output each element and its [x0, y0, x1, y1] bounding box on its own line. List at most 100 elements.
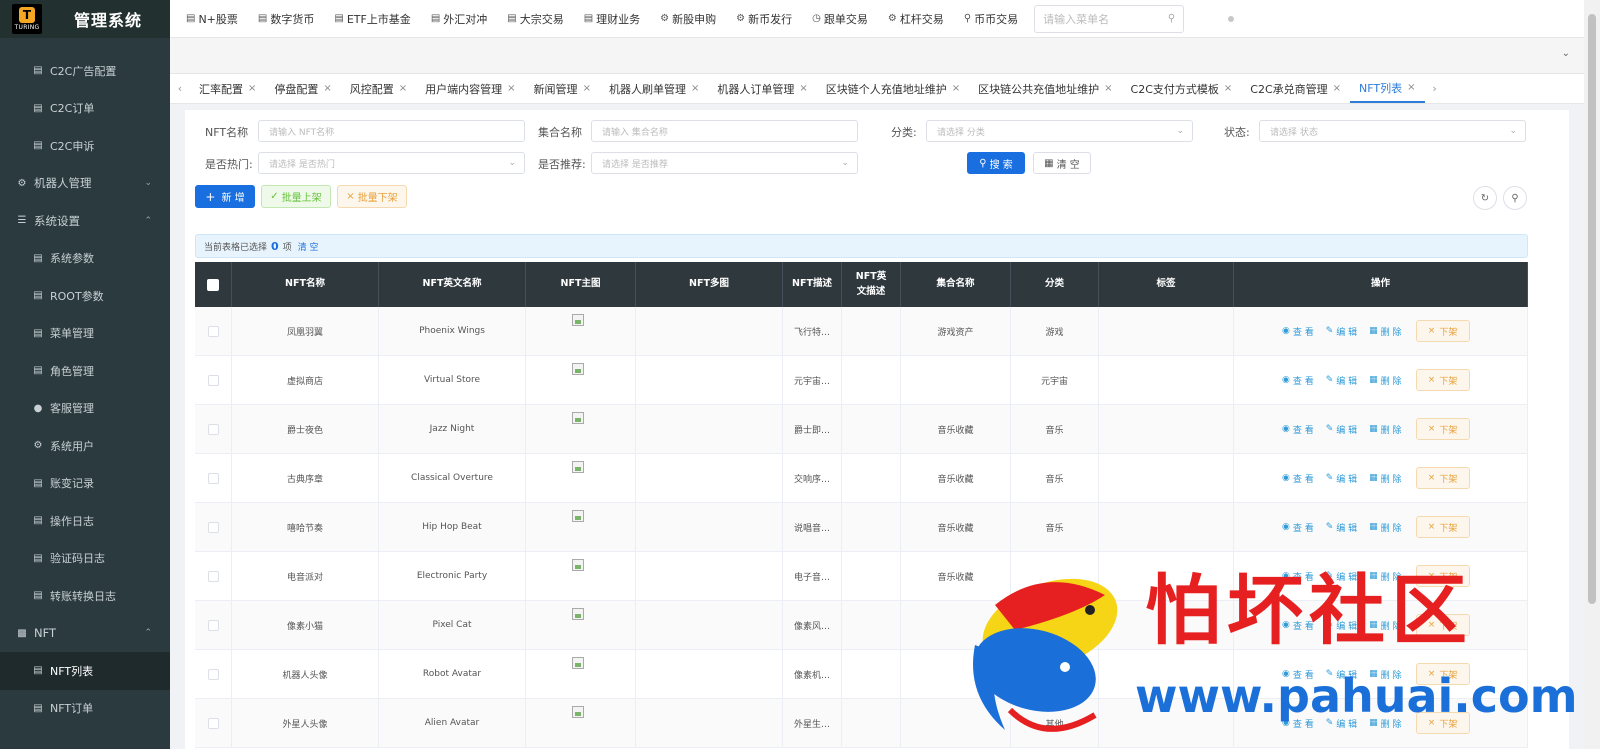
row-checkbox[interactable]: [207, 619, 219, 631]
sidebar-item[interactable]: ▤ ROOT参数: [0, 277, 170, 315]
clear-button[interactable]: ▦ 清 空: [1033, 152, 1091, 174]
collection-input[interactable]: 请输入 集合名称: [591, 120, 858, 142]
row-checkbox[interactable]: [207, 668, 219, 680]
close-icon[interactable]: ×: [507, 83, 515, 94]
unlist-button[interactable]: × 下架: [1415, 369, 1470, 391]
sidebar-item[interactable]: ▤ 角色管理: [0, 352, 170, 390]
tab[interactable]: NFT列表 ×: [1350, 74, 1425, 103]
batch-up-button[interactable]: ✓ 批量上架: [261, 185, 331, 208]
status-select[interactable]: 请选择 状态 ⌄: [1259, 120, 1526, 142]
view-button[interactable]: ◉ 查 看: [1282, 472, 1314, 485]
search-button[interactable]: ⚲ 搜 索: [967, 152, 1025, 174]
tab-scroll-left-icon[interactable]: ‹: [170, 82, 190, 95]
close-icon[interactable]: ×: [691, 83, 699, 94]
sidebar-item[interactable]: ▤ C2C广告配置: [0, 52, 170, 90]
nft-name-input[interactable]: 请输入 NFT名称: [258, 120, 525, 142]
sidebar-item[interactable]: ▤ NFT订单: [0, 690, 170, 728]
view-button[interactable]: ◉ 查 看: [1282, 619, 1314, 632]
broken-image-icon[interactable]: [572, 657, 584, 669]
top-menu-item[interactable]: ▤ 数字货币: [258, 11, 314, 27]
sidebar-item[interactable]: ▤ 操作日志: [0, 502, 170, 540]
add-button[interactable]: + 新 增: [195, 185, 255, 208]
broken-image-icon[interactable]: [572, 706, 584, 718]
view-button[interactable]: ◉ 查 看: [1282, 521, 1314, 534]
top-menu-item[interactable]: ⚙ 杠杆交易: [888, 11, 944, 27]
table-row[interactable]: 机器人头像 Robot Avatar 像素机… ◉ 查 看 ✎ 编 辑 ▦ 删 除 × 下架: [195, 650, 1528, 699]
top-menu-item[interactable]: ▤ 外汇对冲: [431, 11, 487, 27]
row-checkbox[interactable]: [207, 521, 219, 533]
scrollbar-thumb[interactable]: [1588, 14, 1596, 604]
sidebar-item[interactable]: ▤ 系统参数: [0, 240, 170, 278]
broken-image-icon[interactable]: [572, 412, 584, 424]
close-icon[interactable]: ×: [1104, 83, 1112, 94]
unlist-button[interactable]: × 下架: [1415, 712, 1470, 734]
close-icon[interactable]: ×: [1224, 83, 1232, 94]
refresh-icon[interactable]: ↻: [1473, 186, 1497, 210]
edit-button[interactable]: ✎ 编 辑: [1326, 472, 1357, 485]
delete-button[interactable]: ▦ 删 除: [1369, 325, 1401, 338]
unlist-button[interactable]: × 下架: [1415, 320, 1470, 342]
sidebar-item[interactable]: ☰ 系统设置 ⌃: [0, 202, 170, 240]
edit-button[interactable]: ✎ 编 辑: [1326, 668, 1357, 681]
table-row[interactable]: 像素小猫 Pixel Cat 像素风… 其他 ◉ 查 看 ✎ 编 辑 ▦ 删 除 × 下架: [195, 601, 1528, 650]
delete-button[interactable]: ▦ 删 除: [1369, 619, 1401, 632]
close-icon[interactable]: ×: [1333, 83, 1341, 94]
search-toggle-icon[interactable]: ⚲: [1503, 186, 1527, 210]
unlist-button[interactable]: × 下架: [1415, 614, 1470, 636]
view-button[interactable]: ◉ 查 看: [1282, 423, 1314, 436]
view-button[interactable]: ◉ 查 看: [1282, 717, 1314, 730]
table-row[interactable]: 凤凰羽翼 Phoenix Wings 飞行特… 游戏资产 游戏 ◉ 查 看 ✎ 编 辑 ▦ 删…: [195, 307, 1528, 356]
unlist-button[interactable]: × 下架: [1415, 663, 1470, 685]
select-all-checkbox[interactable]: [207, 278, 219, 291]
sidebar-item[interactable]: ⚙ 机器人管理 ⌄: [0, 165, 170, 203]
edit-button[interactable]: ✎ 编 辑: [1326, 423, 1357, 436]
close-icon[interactable]: ×: [583, 83, 591, 94]
edit-button[interactable]: ✎ 编 辑: [1326, 325, 1357, 338]
table-row[interactable]: 虚拟商店 Virtual Store 元宇宙… 元宇宙 ◉ 查 看 ✎ 编 辑 ▦ 删 除 …: [195, 356, 1528, 405]
table-row[interactable]: 古典序章 Classical Overture 交响序… 音乐收藏 音乐 ◉ 查 看 ✎ 编…: [195, 454, 1528, 503]
sidebar-item[interactable]: ▩ NFT ⌃: [0, 615, 170, 653]
row-checkbox[interactable]: [207, 423, 219, 435]
sidebar-item[interactable]: ▤ 菜单管理: [0, 315, 170, 353]
delete-button[interactable]: ▦ 删 除: [1369, 374, 1401, 387]
batch-down-button[interactable]: × 批量下架: [337, 185, 407, 208]
unlist-button[interactable]: × 下架: [1415, 467, 1470, 489]
row-checkbox[interactable]: [207, 374, 219, 386]
close-icon[interactable]: ×: [248, 83, 256, 94]
view-button[interactable]: ◉ 查 看: [1282, 570, 1314, 583]
top-menu-item[interactable]: ▤ 大宗交易: [507, 11, 563, 27]
tab[interactable]: 机器人刷单管理 ×: [600, 74, 708, 103]
tab-scroll-right-icon[interactable]: ›: [1425, 82, 1445, 95]
delete-button[interactable]: ▦ 删 除: [1369, 717, 1401, 730]
edit-button[interactable]: ✎ 编 辑: [1326, 619, 1357, 632]
top-menu-item[interactable]: ◷ 跟单交易: [812, 11, 868, 27]
edit-button[interactable]: ✎ 编 辑: [1326, 717, 1357, 730]
chevron-down-icon[interactable]: ⌄: [1562, 48, 1570, 59]
hot-select[interactable]: 请选择 是否热门 ⌄: [258, 152, 525, 174]
unlist-button[interactable]: × 下架: [1415, 516, 1470, 538]
page-scrollbar[interactable]: [1584, 0, 1600, 749]
tab[interactable]: 区块链个人充值地址维护 ×: [817, 74, 969, 103]
search-icon[interactable]: ⚲: [1168, 13, 1175, 24]
table-row[interactable]: 外星人头像 Alien Avatar 外星生… 其他 ◉ 查 看 ✎ 编 辑 ▦ 删 除 ×…: [195, 699, 1528, 748]
sidebar-item[interactable]: ▤ 账变记录: [0, 465, 170, 503]
edit-button[interactable]: ✎ 编 辑: [1326, 570, 1357, 583]
delete-button[interactable]: ▦ 删 除: [1369, 423, 1401, 436]
sidebar-item[interactable]: ● 客服管理: [0, 390, 170, 428]
sidebar-item[interactable]: ▤ C2C申诉: [0, 127, 170, 165]
row-checkbox[interactable]: [207, 717, 219, 729]
broken-image-icon[interactable]: [572, 608, 584, 620]
row-checkbox[interactable]: [207, 472, 219, 484]
top-menu-item[interactable]: ⚙ 新股申购: [660, 11, 716, 27]
close-icon[interactable]: ×: [323, 83, 331, 94]
close-icon[interactable]: ×: [952, 83, 960, 94]
tab[interactable]: 新闻管理 ×: [525, 74, 600, 103]
top-menu-item[interactable]: ⚲ 币币交易: [964, 11, 1018, 27]
tab[interactable]: 区块链公共充值地址维护 ×: [969, 74, 1121, 103]
sidebar-item[interactable]: ▤ 验证码日志: [0, 540, 170, 578]
tab[interactable]: C2C支付方式模板 ×: [1122, 74, 1242, 103]
view-button[interactable]: ◉ 查 看: [1282, 374, 1314, 387]
broken-image-icon[interactable]: [572, 314, 584, 326]
sidebar-item[interactable]: ⚙ 系统用户: [0, 427, 170, 465]
delete-button[interactable]: ▦ 删 除: [1369, 472, 1401, 485]
